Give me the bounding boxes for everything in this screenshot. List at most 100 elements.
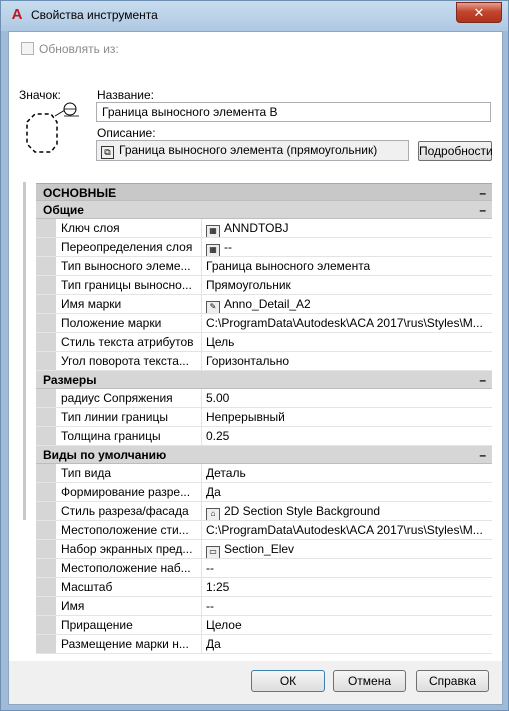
row-gutter	[36, 219, 56, 237]
update-from-label: Обновлять из:	[39, 42, 119, 56]
property-row[interactable]: Формирование разре... Да	[36, 483, 492, 502]
section-default-views[interactable]: Виды по умолчанию –	[36, 446, 492, 464]
property-name: Размещение марки н...	[56, 635, 202, 653]
property-row[interactable]: Стиль текста атрибутов Цель	[36, 333, 492, 352]
description-label: Описание:	[97, 126, 156, 140]
row-gutter	[36, 521, 56, 539]
property-row[interactable]: Местоположение наб... --	[36, 559, 492, 578]
property-value[interactable]: --	[202, 559, 492, 577]
property-name: Стиль разреза/фасада	[56, 502, 202, 520]
description-value: Граница выносного элемента (прямоугольни…	[119, 143, 378, 157]
value-text: 2D Section Style Background	[224, 504, 381, 518]
property-row[interactable]: радиус Сопряжения 5.00	[36, 389, 492, 408]
section-main[interactable]: ОСНОВНЫЕ –	[36, 183, 492, 201]
property-name: Тип линии границы	[56, 408, 202, 426]
property-row[interactable]: Угол поворота текста... Горизонтально	[36, 352, 492, 371]
row-gutter	[36, 597, 56, 615]
property-row[interactable]: Приращение Целое	[36, 616, 492, 635]
property-name: радиус Сопряжения	[56, 389, 202, 407]
property-name: Стиль текста атрибутов	[56, 333, 202, 351]
property-value[interactable]: ⌂ 2D Section Style Background	[202, 502, 492, 520]
property-row[interactable]: Стиль разреза/фасада ⌂ 2D Section Style Ba…	[36, 502, 492, 521]
help-button[interactable]: Справка	[416, 670, 489, 692]
panel-scrollbar[interactable]	[23, 182, 26, 520]
property-value[interactable]: Непрерывный	[202, 408, 492, 426]
collapse-icon[interactable]: –	[479, 446, 486, 464]
collapse-icon[interactable]: –	[479, 184, 486, 202]
display-set-icon: ▭	[206, 546, 220, 558]
tool-icon-preview[interactable]	[21, 102, 81, 164]
property-value[interactable]: Прямоугольник	[202, 276, 492, 294]
drawing-icon: ✎	[206, 301, 220, 313]
dialog-body: Обновлять из: Значок: Название: Граница …	[8, 31, 503, 705]
table-icon: ▦	[206, 244, 220, 256]
property-name: Положение марки	[56, 314, 202, 332]
table-icon: ▦	[206, 225, 220, 237]
property-name: Масштаб	[56, 578, 202, 596]
property-row[interactable]: Набор экранных пред... ▭ Section_Elev	[36, 540, 492, 559]
name-input[interactable]: Граница выносного элемента В	[96, 102, 491, 122]
section-dimensions[interactable]: Размеры –	[36, 371, 492, 389]
property-row[interactable]: Масштаб 1:25	[36, 578, 492, 597]
property-value[interactable]: Да	[202, 635, 492, 653]
property-value[interactable]: Целое	[202, 616, 492, 634]
property-row[interactable]: Положение марки C:\ProgramData\Autodesk\A…	[36, 314, 492, 333]
name-label: Название:	[97, 88, 154, 102]
property-value[interactable]: Граница выносного элемента	[202, 257, 492, 275]
property-value[interactable]: C:\ProgramData\Autodesk\ACA 2017\rus\Sty…	[202, 314, 492, 332]
property-value[interactable]: Да	[202, 483, 492, 501]
property-row[interactable]: Имя марки ✎ Anno_Detail_A2	[36, 295, 492, 314]
row-gutter	[36, 238, 56, 256]
property-row[interactable]: Размещение марки н... Да	[36, 635, 492, 654]
property-value[interactable]: ▦ --	[202, 238, 492, 256]
ok-button[interactable]: ОК	[251, 670, 325, 692]
property-value[interactable]: 0.25	[202, 427, 492, 445]
property-name: Угол поворота текста...	[56, 352, 202, 370]
property-row[interactable]: Местоположение сти... C:\ProgramData\Auto…	[36, 521, 492, 540]
section-general[interactable]: Общие –	[36, 201, 492, 219]
property-value[interactable]: ▦ ANNDTOBJ	[202, 219, 492, 237]
row-gutter	[36, 635, 56, 653]
property-value[interactable]: C:\ProgramData\Autodesk\ACA 2017\rus\Sty…	[202, 521, 492, 539]
property-value[interactable]: Цель	[202, 333, 492, 351]
property-row[interactable]: Тип линии границы Непрерывный	[36, 408, 492, 427]
property-value[interactable]: ✎ Anno_Detail_A2	[202, 295, 492, 313]
row-gutter	[36, 483, 56, 501]
collapse-icon[interactable]: –	[479, 201, 486, 219]
property-name: Набор экранных пред...	[56, 540, 202, 558]
property-row[interactable]: Ключ слоя ▦ ANNDTOBJ	[36, 219, 492, 238]
row-gutter	[36, 295, 56, 313]
window-title: Свойства инструмента	[31, 8, 158, 22]
row-gutter	[36, 559, 56, 577]
property-name: Приращение	[56, 616, 202, 634]
section-default-views-title: Виды по умолчанию	[43, 448, 167, 462]
property-row[interactable]: Тип границы выносно... Прямоугольник	[36, 276, 492, 295]
property-value[interactable]: Горизонтально	[202, 352, 492, 370]
property-name: Тип выносного элеме...	[56, 257, 202, 275]
property-name: Толщина границы	[56, 427, 202, 445]
property-row[interactable]: Толщина границы 0.25	[36, 427, 492, 446]
property-row[interactable]: Переопределения слоя ▦ --	[36, 238, 492, 257]
property-value[interactable]: --	[202, 597, 492, 615]
property-name: Формирование разре...	[56, 483, 202, 501]
details-button[interactable]: Подробности	[418, 141, 493, 161]
section-dimensions-title: Размеры	[43, 373, 97, 387]
property-value[interactable]: ▭ Section_Elev	[202, 540, 492, 558]
row-gutter	[36, 314, 56, 332]
icon-label: Значок:	[19, 88, 61, 102]
close-button[interactable]: ✕	[456, 2, 502, 23]
property-value[interactable]: 5.00	[202, 389, 492, 407]
cancel-button[interactable]: Отмена	[333, 670, 406, 692]
property-name: Тип границы выносно...	[56, 276, 202, 294]
property-value[interactable]: Деталь	[202, 464, 492, 482]
property-row[interactable]: Тип выносного элеме... Граница выносного …	[36, 257, 492, 276]
title-bar[interactable]: A Свойства инструмента ✕	[1, 1, 508, 31]
collapse-icon[interactable]: –	[479, 371, 486, 389]
property-row[interactable]: Тип вида Деталь	[36, 464, 492, 483]
property-row[interactable]: Имя --	[36, 597, 492, 616]
update-from-checkbox[interactable]	[21, 42, 34, 55]
description-edit-icon[interactable]: ⧉	[101, 146, 114, 159]
description-field[interactable]: ⧉ Граница выносного элемента (прямоугольн…	[96, 140, 409, 161]
autocad-logo-icon: A	[11, 6, 23, 23]
property-value[interactable]: 1:25	[202, 578, 492, 596]
